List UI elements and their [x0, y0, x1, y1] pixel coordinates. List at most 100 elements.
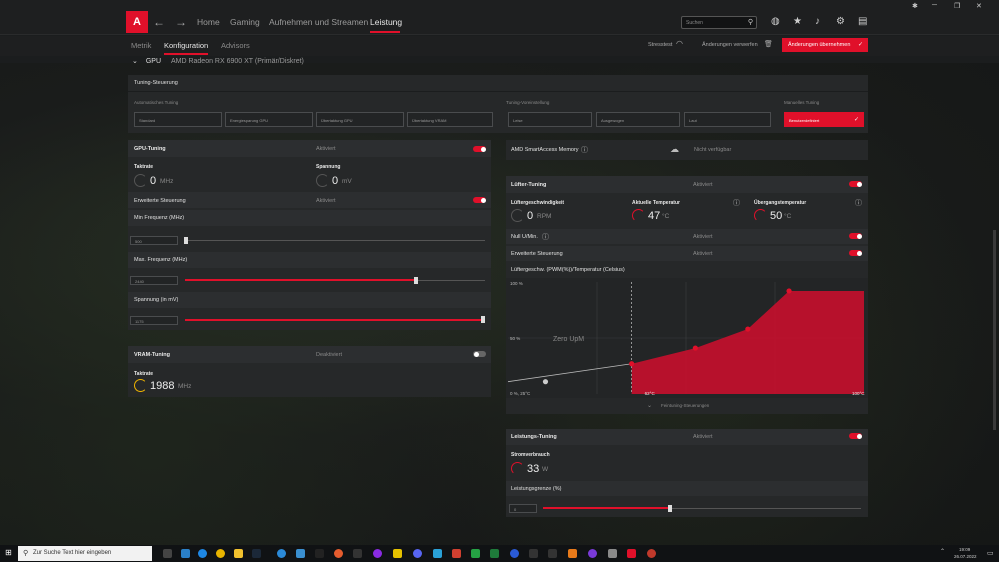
- app-icon-5[interactable]: [334, 549, 343, 558]
- min-freq-slider[interactable]: [184, 237, 188, 244]
- fan-advanced-toggle[interactable]: [849, 250, 862, 256]
- temp-info-icon[interactable]: ⓘ: [733, 198, 740, 208]
- preset-option-balanced[interactable]: Ausgewogen: [596, 112, 680, 127]
- power-limit-input[interactable]: 0: [509, 504, 537, 513]
- fine-tuning-link[interactable]: Feintuning-Steuerungen: [661, 403, 709, 408]
- edge-icon[interactable]: [198, 549, 207, 558]
- amd-software-icon[interactable]: [627, 549, 636, 558]
- gauge-icon[interactable]: ◠: [676, 39, 683, 48]
- info-icon[interactable]: ⓘ: [581, 145, 588, 155]
- auto-tuning-label: Automatisches Tuning: [134, 100, 179, 105]
- max-freq-input[interactable]: 2440: [130, 276, 178, 285]
- fan-advanced-label: Erweiterte Steuerung: [511, 251, 563, 257]
- power-tuning-toggle[interactable]: [849, 433, 862, 439]
- consumption-label: Stromverbrauch: [511, 452, 550, 458]
- app-icon-12[interactable]: [490, 549, 499, 558]
- chevron-down-icon[interactable]: ⌄: [647, 402, 652, 409]
- voltage-slider-input[interactable]: 1175: [130, 316, 178, 325]
- app-icon-16[interactable]: [568, 549, 577, 558]
- app-icon-14[interactable]: [529, 549, 538, 558]
- notification-icon[interactable]: ▭: [987, 549, 994, 557]
- explorer-icon[interactable]: [234, 549, 243, 558]
- min-freq-label: Min Frequenz (MHz): [134, 215, 185, 221]
- max-freq-slider[interactable]: [414, 277, 418, 284]
- power-limit-slider[interactable]: [668, 505, 672, 512]
- nav-gaming[interactable]: Gaming: [230, 17, 260, 27]
- stresstest-label[interactable]: Stresstest: [648, 42, 672, 48]
- auto-option-oc-gpu[interactable]: Übertaktung GPU: [316, 112, 404, 127]
- globe-icon[interactable]: ◍: [771, 16, 780, 27]
- tuning-control-title: Tuning-Steuerung: [134, 80, 178, 86]
- forward-arrow-icon[interactable]: →: [175, 15, 187, 29]
- steam-icon[interactable]: [252, 549, 261, 558]
- close-icon[interactable]: ✕: [976, 2, 982, 10]
- nav-record-stream[interactable]: Aufnehmen und Streamen: [269, 17, 368, 27]
- app-icon-11[interactable]: [471, 549, 480, 558]
- app-icon-7[interactable]: [373, 549, 382, 558]
- apply-changes-button[interactable]: Änderungen übernehmen ✓: [782, 38, 868, 52]
- zero-rpm-info-icon[interactable]: ⓘ: [542, 232, 549, 242]
- app-icon-18[interactable]: [608, 549, 617, 558]
- voltage-slider[interactable]: [481, 316, 485, 323]
- auto-option-standard[interactable]: Standard: [134, 112, 222, 127]
- trash-icon[interactable]: 🗑: [764, 40, 773, 48]
- tab-metrics[interactable]: Metrik: [131, 41, 151, 50]
- layout-icon[interactable]: ▤: [858, 16, 867, 27]
- fan-tuning-toggle[interactable]: [849, 181, 862, 187]
- app-icon-6[interactable]: [353, 549, 362, 558]
- zero-rpm-toggle[interactable]: [849, 233, 862, 239]
- nav-home[interactable]: Home: [197, 17, 220, 27]
- gear-icon[interactable]: ⚙: [836, 16, 845, 27]
- tab-advisors[interactable]: Advisors: [221, 41, 250, 50]
- discord-icon[interactable]: [413, 549, 422, 558]
- star-icon[interactable]: ★: [793, 16, 802, 27]
- sam-status: Nicht verfügbar: [694, 147, 732, 153]
- tray-chevron-icon[interactable]: ⌃: [940, 548, 945, 555]
- gpu-name: AMD Radeon RX 6900 XT (Primär/Diskret): [170, 58, 304, 65]
- app-icon-15[interactable]: [548, 549, 557, 558]
- junction-info-icon[interactable]: ⓘ: [855, 198, 862, 208]
- app-icon-13[interactable]: [510, 549, 519, 558]
- auto-option-power-saving[interactable]: Energiesparung GPU: [225, 112, 313, 127]
- discard-changes-button[interactable]: Änderungen verwerfen: [702, 42, 758, 48]
- vram-tuning-toggle[interactable]: [473, 351, 486, 357]
- x-tick-100: 100°C: [852, 391, 865, 396]
- search-input[interactable]: Suchen ⚲: [681, 16, 757, 29]
- restore-icon[interactable]: ❐: [954, 2, 960, 10]
- taskbar-search[interactable]: ⚲ Zur Suche Text hier eingeben: [18, 546, 152, 561]
- preset-option-loud[interactable]: Laut: [684, 112, 771, 127]
- fan-curve-chart[interactable]: 100 % 50 % 0 %, 25°C 62°C 100°C Zero UpM: [506, 278, 868, 398]
- bug-icon[interactable]: ✱: [912, 2, 918, 10]
- manual-option-custom[interactable]: Benutzerdefiniert ✓: [784, 112, 864, 127]
- app-icon-10[interactable]: [452, 549, 461, 558]
- clock-unit: MHz: [160, 178, 174, 185]
- app-icon-1[interactable]: [181, 549, 190, 558]
- clock-time: 19:09: [959, 547, 971, 552]
- divider: [128, 91, 868, 92]
- windows-start-icon[interactable]: ⊞: [5, 548, 12, 557]
- app-icon-8[interactable]: [393, 549, 402, 558]
- bell-icon[interactable]: ♪: [815, 16, 820, 27]
- nav-performance[interactable]: Leistung: [370, 17, 402, 27]
- app-icon-19[interactable]: [647, 549, 656, 558]
- app-icon-4[interactable]: [315, 549, 324, 558]
- minimize-icon[interactable]: ─: [932, 2, 937, 9]
- junction-gauge: [754, 209, 767, 222]
- preset-option-quiet[interactable]: Leise: [508, 112, 592, 127]
- min-freq-input[interactable]: 500: [130, 236, 178, 245]
- gpu-selector[interactable]: ⌄ GPU AMD Radeon RX 6900 XT (Primär/Disk…: [132, 57, 304, 65]
- back-arrow-icon[interactable]: ←: [153, 15, 165, 29]
- app-icon-9[interactable]: [433, 549, 442, 558]
- task-view-icon[interactable]: [163, 549, 172, 558]
- advanced-control-toggle[interactable]: [473, 197, 486, 203]
- gpu-tuning-toggle[interactable]: [473, 146, 486, 152]
- app-icon-3[interactable]: [296, 549, 305, 558]
- chrome-icon[interactable]: [216, 549, 225, 558]
- amd-logo[interactable]: A: [126, 11, 148, 33]
- tab-configuration[interactable]: Konfiguration: [164, 41, 208, 50]
- auto-option-oc-vram[interactable]: Übertaktung VRAM: [407, 112, 493, 127]
- app-icon-2[interactable]: [277, 549, 286, 558]
- scrollbar[interactable]: [993, 230, 996, 430]
- y-tick-100: 100 %: [510, 281, 523, 286]
- app-icon-17[interactable]: [588, 549, 597, 558]
